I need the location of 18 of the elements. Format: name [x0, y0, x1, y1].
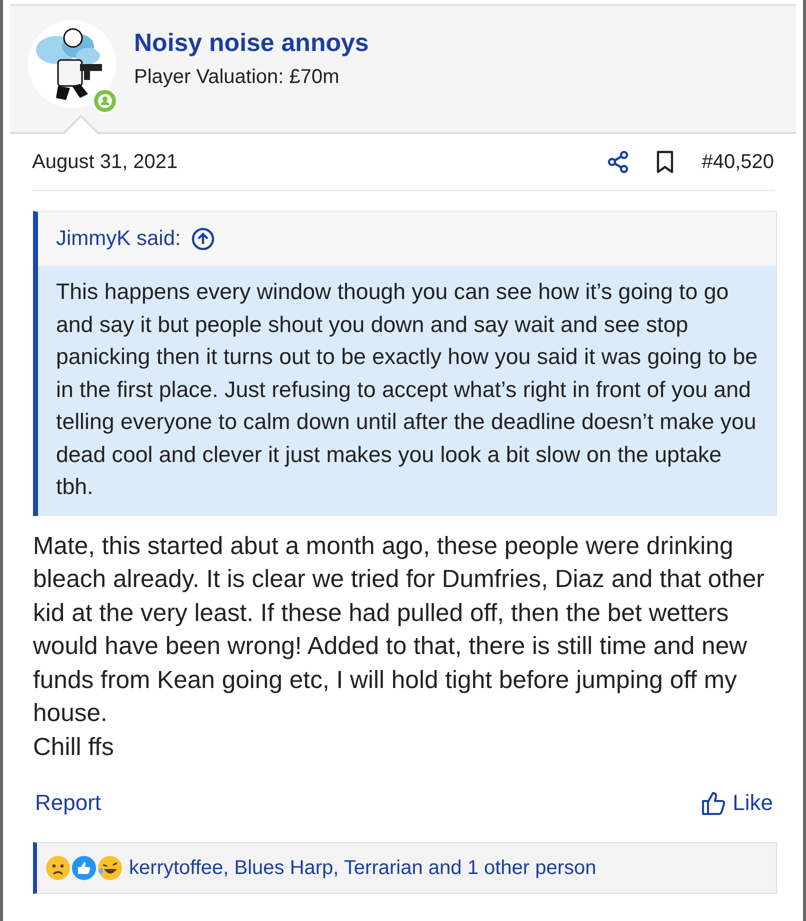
report-link[interactable]: Report — [35, 790, 102, 816]
post-text: Mate, this started abut a month ago, these people were drinking bleach already. It is clear we tried for Dumfries, Diaz and that other kid at the very least. If these had pulled off, then the bet wetters would have been wrong! Added to that, there is still time and new funds from Kean going etc, I will hold tight before jumping off my house. — [33, 532, 766, 729]
reactions-text[interactable]: kerrytoffee, Blues Harp, Terrarian and 1 other person — [129, 856, 596, 880]
author-title: Player Valuation: £70m — [134, 66, 340, 89]
post-number[interactable]: #40,520 — [702, 150, 774, 174]
laughing-face-icon — [97, 855, 123, 881]
post-date[interactable]: August 31, 2021 — [32, 150, 606, 174]
share-icon[interactable] — [606, 150, 630, 174]
arrow-up-icon[interactable] — [190, 227, 215, 251]
thumbs-up-icon — [71, 855, 97, 881]
thumbs-up-icon — [700, 790, 725, 816]
avatar-drawing[interactable] — [28, 20, 116, 108]
quote-author[interactable]: JimmyK said: — [56, 227, 181, 251]
post-text: Chill ffs — [33, 732, 115, 762]
author-name[interactable]: Noisy noise annoys — [134, 29, 369, 58]
sad-face-icon — [45, 855, 71, 881]
like-button[interactable]: Like — [700, 790, 773, 816]
quote-text: This happens every window though you can see how it’s going to go and say it but people shout you down and say wait and see stop panicking then it turns out to be exactly how you said it was going to be in the first place. Just refusing to accept what’s right in front of you and telling everyone to calm down until after the deadline doesn’t make you dead cool and clever it just makes you look a bit slow on the uptake tbh. — [38, 266, 776, 516]
